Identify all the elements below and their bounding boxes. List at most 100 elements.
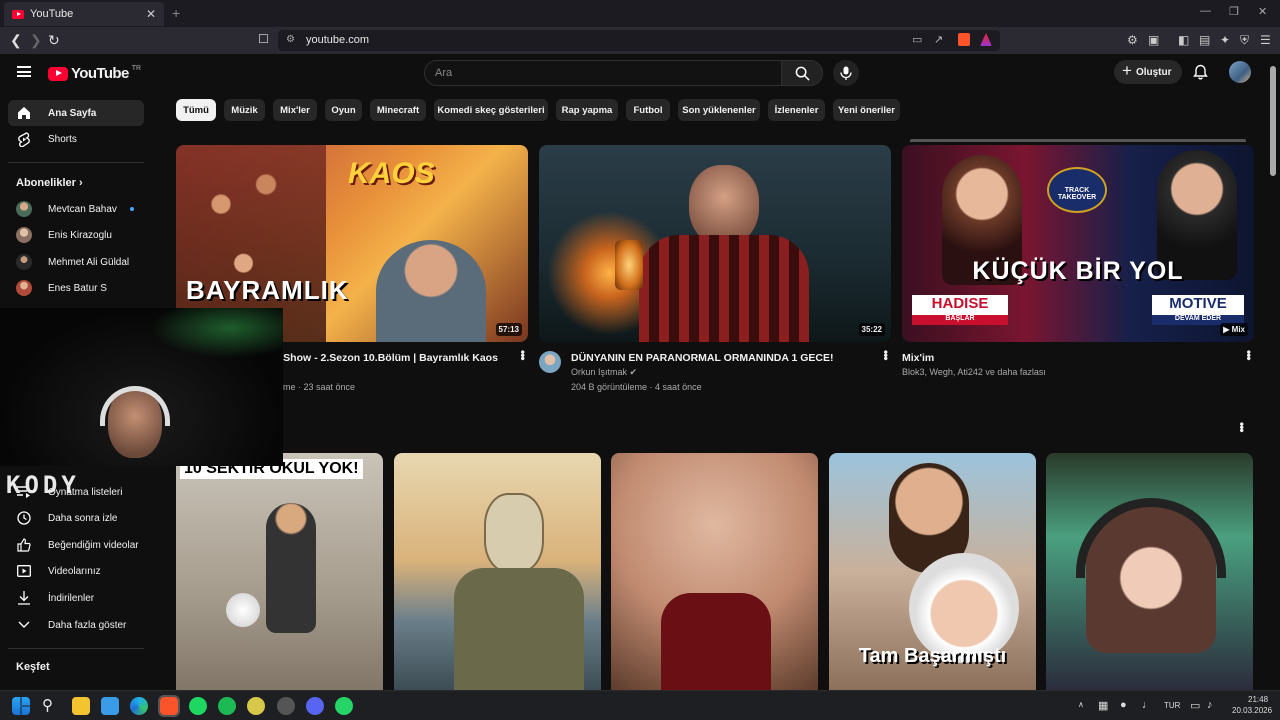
chip-minecraft[interactable]: Minecraft — [370, 99, 426, 121]
sidebar-item-subscription[interactable]: Enis Kirazoglu — [8, 222, 144, 248]
clock-date[interactable]: 20.03.2026 — [1232, 706, 1272, 715]
forward-icon[interactable]: ❯ — [30, 32, 42, 49]
video-thumbnail[interactable]: 35:22 — [539, 145, 891, 342]
brave-taskbar-icon[interactable] — [158, 695, 180, 717]
file-explorer-icon[interactable] — [72, 697, 90, 715]
search-input[interactable]: Ara — [424, 60, 782, 86]
windows-start-icon[interactable] — [12, 697, 30, 715]
clock-time[interactable]: 21:48 — [1248, 695, 1268, 704]
back-icon[interactable]: ❮ — [10, 32, 22, 49]
app-icon[interactable] — [247, 697, 265, 715]
taskbar-search-icon[interactable]: ⚲ — [42, 696, 53, 714]
video-title[interactable]: os Show - 2.Sezon 10.Bölüm | Bayramlık K… — [268, 351, 508, 365]
shorts-section-options-icon[interactable]: ••• — [1235, 422, 1249, 432]
search-button[interactable] — [781, 60, 823, 86]
subscriptions-heading[interactable]: Abonelikler › — [16, 177, 83, 189]
input-language[interactable]: TUR — [1164, 701, 1180, 710]
sidebar-item-show-more[interactable]: Daha fazla göster — [8, 612, 144, 638]
volume-icon[interactable]: ♪ — [1207, 699, 1213, 711]
extensions-icon[interactable]: ⚙ — [1127, 33, 1138, 47]
create-button[interactable]: + Oluştur — [1114, 60, 1182, 84]
brave-shields-icon[interactable] — [958, 33, 970, 46]
edge-icon[interactable] — [130, 697, 148, 715]
tray-mic-icon[interactable]: ♩ — [1142, 699, 1153, 711]
app-icon[interactable] — [189, 697, 207, 715]
video-title[interactable]: DÜNYANIN EN PARANORMAL ORMANINDA 1 GECE! — [571, 351, 871, 365]
chip-gaming[interactable]: Oyun — [325, 99, 362, 121]
new-tab-button[interactable]: + — [172, 5, 180, 21]
channel-avatar[interactable] — [539, 351, 561, 373]
sidebar-item-label: Daha fazla göster — [48, 619, 127, 631]
video-thumbnail[interactable]: TRACK TAKEOVER KÜÇÜK BİR YOL HADISE BAŞL… — [902, 145, 1254, 342]
vpn-icon[interactable]: ⛨ — [1240, 33, 1249, 48]
thumbnail-left-label: HADISE — [912, 295, 1008, 315]
chip-recently-uploaded[interactable]: Son yüklenenler — [678, 99, 760, 121]
sidebar-item-liked-videos[interactable]: Beğendiğim videolar — [8, 532, 144, 558]
sidebar-item-subscription[interactable]: Mevtcan Bahav — [8, 196, 144, 222]
voice-search-button[interactable] — [833, 60, 859, 86]
short-thumbnail[interactable]: Tam Başarmıştı — [829, 453, 1036, 693]
short-overlay-text: Tam Başarmıştı — [858, 645, 1007, 667]
short-thumbnail[interactable] — [1046, 453, 1253, 693]
brave-rewards-icon[interactable] — [980, 33, 992, 46]
sidebar-toggle-icon[interactable]: ◧ — [1178, 33, 1189, 47]
channel-avatar — [16, 254, 32, 270]
more-options-icon[interactable]: ••• — [1242, 350, 1256, 360]
minimize-button[interactable]: — — [1200, 5, 1211, 17]
short-thumbnail[interactable] — [611, 453, 818, 693]
share-icon[interactable]: ↗ — [934, 33, 943, 46]
chip-football[interactable]: Futbol — [626, 99, 670, 121]
mix-artists: Blok3, Wegh, Ati242 ve daha fazlası — [902, 367, 1046, 377]
chip-rap[interactable]: Rap yapma — [556, 99, 618, 121]
reader-icon[interactable]: ▣ — [1148, 33, 1159, 47]
thumbnail-face-image — [689, 165, 759, 245]
sidebar-item-home[interactable]: Ana Sayfa — [8, 100, 144, 126]
tray-app-icon[interactable]: ● — [1120, 699, 1127, 711]
short-thumbnail[interactable] — [394, 453, 601, 693]
channel-name[interactable]: Orkun Işıtmak ✔ — [571, 367, 637, 378]
browser-tab[interactable]: YouTube ✕ — [4, 2, 164, 26]
menu-icon[interactable]: ☰ — [1260, 33, 1271, 47]
chip-mixes[interactable]: Mix'ler — [273, 99, 317, 121]
short-thumbnail[interactable]: 10 SEKTİR OKUL YOK! — [176, 453, 383, 693]
sidebar-item-shorts[interactable]: Shorts — [8, 126, 144, 152]
hamburger-menu-icon[interactable] — [17, 66, 31, 77]
account-avatar[interactable] — [1229, 61, 1251, 83]
notifications-bell-icon[interactable] — [1193, 64, 1208, 80]
site-info-icon[interactable]: ⚙ — [286, 34, 295, 45]
address-bar[interactable]: ⚙ youtube.com ▭ ↗ — [278, 30, 1000, 51]
youtube-logo[interactable]: YouTube TR — [48, 65, 141, 82]
chip-new-to-you[interactable]: Yeni öneriler — [833, 99, 900, 121]
app-icon[interactable] — [277, 697, 295, 715]
sidebar-item-subscription[interactable]: Enes Batur S — [8, 275, 144, 301]
thumbnail-shirt-image — [639, 235, 809, 342]
maximize-button[interactable]: ❐ — [1229, 5, 1239, 18]
reload-icon[interactable]: ↻ — [48, 32, 60, 49]
chip-watched[interactable]: İzlenenler — [768, 99, 825, 121]
chip-music[interactable]: Müzik — [224, 99, 265, 121]
cast-icon[interactable]: ▭ — [912, 33, 922, 46]
bookmark-icon[interactable]: ☐ — [258, 32, 269, 46]
leo-ai-icon[interactable]: ✦ — [1220, 33, 1230, 47]
page-scrollbar[interactable] — [1270, 66, 1276, 176]
sidebar-item-subscription[interactable]: Mehmet Ali Güldal — [8, 249, 144, 275]
window-close-button[interactable]: ✕ — [1258, 5, 1267, 18]
more-options-icon[interactable]: ••• — [879, 350, 893, 360]
discord-icon[interactable] — [306, 697, 324, 715]
spotify-icon[interactable] — [218, 697, 236, 715]
chip-all[interactable]: Tümü — [176, 99, 216, 121]
network-icon[interactable]: ▭ — [1190, 699, 1200, 712]
tab-close-icon[interactable]: ✕ — [146, 7, 156, 21]
whatsapp-icon[interactable] — [335, 697, 353, 715]
store-icon[interactable] — [101, 697, 119, 715]
more-options-icon[interactable]: ••• — [516, 350, 530, 360]
sidebar-item-watch-later[interactable]: Daha sonra izle — [8, 505, 144, 531]
sidebar-item-downloads[interactable]: İndirilenler — [8, 585, 144, 611]
wallet-icon[interactable]: ▤ — [1199, 33, 1210, 47]
sidebar-item-your-videos[interactable]: Videolarınız — [8, 558, 144, 584]
tray-overflow-icon[interactable]: ∧ — [1078, 700, 1084, 709]
tray-app-icon[interactable]: ▦ — [1098, 699, 1108, 712]
sidebar-divider — [8, 648, 144, 649]
video-title[interactable]: Mix'im — [902, 351, 1222, 365]
chip-comedy[interactable]: Komedi skeç gösterileri — [434, 99, 548, 121]
